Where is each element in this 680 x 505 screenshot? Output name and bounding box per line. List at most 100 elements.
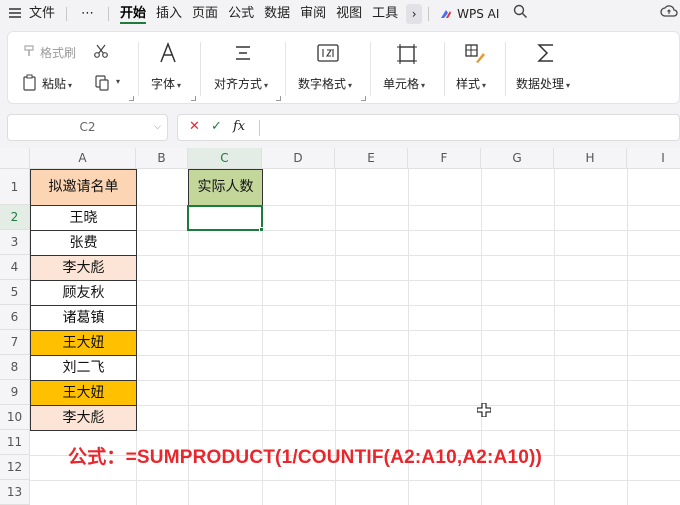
format-painter-button[interactable]: 格式刷	[40, 44, 76, 61]
align-label: 对齐方式	[214, 77, 263, 91]
row-header-2[interactable]: 2	[0, 205, 30, 230]
col-header-b[interactable]: B	[136, 148, 188, 169]
select-all-corner[interactable]	[0, 148, 30, 169]
cell-a7[interactable]: 王大妞	[30, 330, 137, 356]
menu-bar: 文件 ⋯ 开始 插入 页面 公式 数据 审阅 视图 工具 › WPS AI	[0, 0, 680, 27]
number-format-group[interactable]: 数字格式 ▾	[286, 32, 370, 105]
formula-bar[interactable]: ✕ ✓ fx	[177, 114, 680, 141]
number-format-launcher[interactable]	[361, 96, 366, 101]
align-button: 对齐方式 ▾	[214, 77, 269, 91]
formula-annotation: 公式：=SUMPRODUCT(1/COUNTIF(A2:A10,A2:A10))	[68, 447, 543, 468]
cell-a4[interactable]: 李大彪	[30, 255, 137, 281]
col-header-a[interactable]: A	[30, 148, 136, 169]
hamburger-menu-icon[interactable]	[8, 6, 24, 22]
tab-view[interactable]: 视图	[331, 0, 367, 27]
row-header-8[interactable]: 8	[0, 355, 30, 380]
row-header-4[interactable]: 4	[0, 255, 30, 280]
number-format-label: 数字格式	[298, 77, 347, 91]
align-launcher[interactable]	[276, 96, 281, 101]
wps-ai-button[interactable]: WPS AI	[439, 7, 499, 21]
col-header-e[interactable]: E	[335, 148, 408, 169]
font-launcher[interactable]	[191, 96, 196, 101]
cloud-sync-icon[interactable]	[660, 4, 678, 23]
copy-icon[interactable]	[94, 74, 110, 95]
cross-cursor-icon	[477, 403, 491, 417]
row-header-11[interactable]: 11	[0, 430, 30, 455]
clipboard-launcher[interactable]	[129, 96, 134, 101]
row-header-13[interactable]: 13	[0, 480, 30, 505]
spreadsheet-grid[interactable]: A B C D E F G H I 1 2 3 4 5 6 7 8 9 10 1…	[0, 148, 680, 505]
cell-a10[interactable]: 李大彪	[30, 405, 137, 431]
col-header-d[interactable]: D	[262, 148, 335, 169]
number-format-icon	[317, 43, 339, 67]
wps-ai-logo-icon	[441, 9, 452, 18]
formula-divider	[259, 120, 260, 136]
menu-divider	[66, 6, 68, 21]
cell-a5[interactable]: 顾友秋	[30, 280, 137, 306]
row-header-5[interactable]: 5	[0, 280, 30, 305]
col-header-c[interactable]: C	[188, 148, 262, 169]
menu-more[interactable]: ⋯	[73, 0, 102, 27]
fx-icon[interactable]: fx	[233, 119, 245, 134]
tab-review[interactable]: 审阅	[295, 0, 331, 27]
style-label: 样式	[456, 77, 481, 91]
tab-home[interactable]: 开始	[115, 0, 151, 27]
number-format-button: 数字格式 ▾	[298, 77, 353, 91]
font-icon	[158, 41, 178, 68]
row-header-9[interactable]: 9	[0, 380, 30, 405]
col-header-g[interactable]: G	[481, 148, 554, 169]
tab-tools[interactable]: 工具	[367, 0, 403, 27]
style-group[interactable]: 样式 ▾	[445, 32, 505, 105]
paste-button[interactable]: 粘贴 ▾	[42, 75, 72, 92]
cell-label: 单元格	[383, 77, 420, 91]
col-header-f[interactable]: F	[408, 148, 481, 169]
cut-icon[interactable]	[93, 43, 109, 63]
tab-formula[interactable]: 公式	[223, 0, 259, 27]
row-header-12[interactable]: 12	[0, 455, 30, 480]
cell-a9[interactable]: 王大妞	[30, 380, 137, 406]
name-box-dropdown-icon[interactable]: ⌵	[154, 115, 161, 140]
copy-dropdown[interactable]: ▾	[116, 77, 120, 86]
cancel-icon[interactable]: ✕	[189, 119, 200, 134]
align-icon	[234, 44, 252, 66]
fill-handle[interactable]	[259, 227, 264, 232]
font-button: 字体 ▾	[151, 77, 182, 91]
font-group[interactable]: 字体 ▾	[139, 32, 200, 105]
tabs-overflow-button[interactable]: ›	[406, 3, 423, 24]
menu-file[interactable]: 文件	[24, 0, 60, 27]
gridline	[30, 480, 680, 481]
cell-a2[interactable]: 王晓	[30, 205, 137, 231]
cell-c1[interactable]: 实际人数	[188, 169, 263, 206]
format-painter-icon	[22, 43, 38, 62]
row-header-10[interactable]: 10	[0, 405, 30, 430]
row-header-6[interactable]: 6	[0, 305, 30, 330]
tab-insert[interactable]: 插入	[151, 0, 187, 27]
row-header-3[interactable]: 3	[0, 230, 30, 255]
wps-ai-label: WPS AI	[457, 6, 500, 21]
data-process-button: 数据处理 ▾	[516, 77, 571, 91]
tab-page[interactable]: 页面	[187, 0, 223, 27]
clipboard-group: 格式刷 粘贴 ▾ ▾	[8, 32, 138, 105]
cell-icon	[396, 43, 418, 69]
col-header-i[interactable]: I	[627, 148, 680, 169]
confirm-icon[interactable]: ✓	[211, 119, 222, 134]
col-header-h[interactable]: H	[554, 148, 627, 169]
font-label: 字体	[151, 77, 176, 91]
cell-c2-selected[interactable]	[187, 205, 263, 231]
cell-a1[interactable]: 拟邀请名单	[30, 169, 137, 206]
cell-a6[interactable]: 诸葛镇	[30, 305, 137, 331]
cell-button: 单元格 ▾	[383, 77, 426, 91]
row-header-7[interactable]: 7	[0, 330, 30, 355]
tab-data[interactable]: 数据	[259, 0, 295, 27]
cell-a3[interactable]: 张费	[30, 230, 137, 256]
align-group[interactable]: 对齐方式 ▾	[201, 32, 285, 105]
data-process-group[interactable]: 数据处理 ▾	[506, 32, 596, 105]
name-box[interactable]: C2 ⌵	[7, 114, 168, 141]
data-process-label: 数据处理	[516, 77, 565, 91]
cell-a8[interactable]: 刘二飞	[30, 355, 137, 381]
search-icon[interactable]	[513, 4, 528, 23]
paste-label: 粘贴	[42, 77, 67, 91]
cell-group[interactable]: 单元格 ▾	[371, 32, 443, 105]
row-header-1[interactable]: 1	[0, 169, 30, 205]
style-button: 样式 ▾	[456, 77, 487, 91]
